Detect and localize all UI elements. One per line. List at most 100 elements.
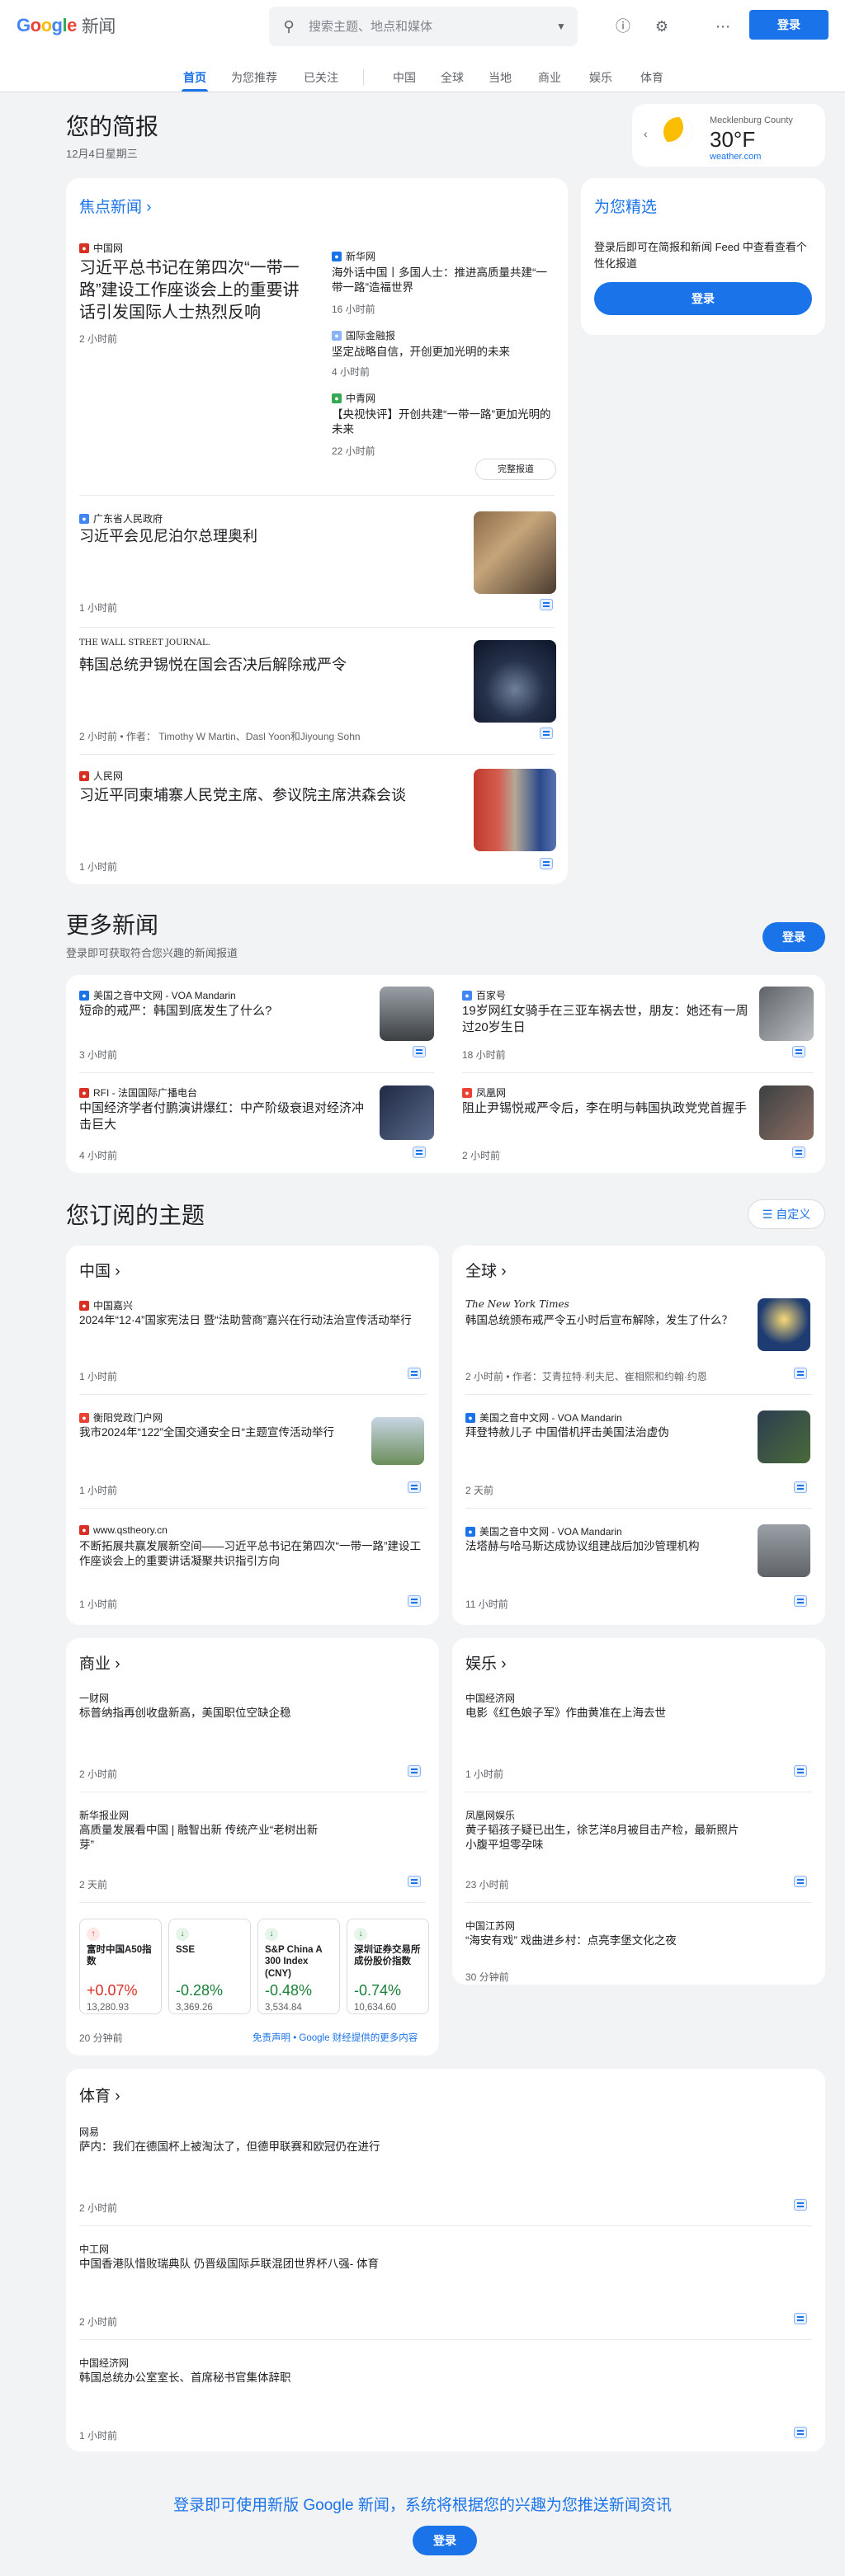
tab-following[interactable]: 已关注 xyxy=(304,69,338,86)
headline[interactable]: 标普纳指再创收盘新高，美国职位空缺企稳 xyxy=(79,1706,424,1721)
headline[interactable]: “海安有戏” 戏曲进乡村：点亮李堡文化之夜 xyxy=(465,1933,810,1948)
full-coverage-icon[interactable] xyxy=(413,1046,426,1057)
full-coverage-icon[interactable] xyxy=(794,1876,807,1887)
finance-disclaimer-link[interactable]: 免责声明 • Google 财经提供的更多内容 xyxy=(253,2031,418,2044)
help-icon[interactable]: ⓘ xyxy=(611,15,635,38)
stock-card[interactable]: ↑ 富时中国A50指数 +0.07% 13,280.93 xyxy=(79,1919,162,2014)
full-coverage-icon[interactable] xyxy=(408,1368,421,1379)
headline[interactable]: 韩国总统办公室室长、首席秘书官集体辞职 xyxy=(79,2371,789,2385)
apps-grid-icon[interactable]: ⋯ xyxy=(711,15,734,38)
gear-icon[interactable]: ⚙ xyxy=(650,15,673,38)
full-coverage-icon[interactable] xyxy=(794,2313,807,2324)
headline[interactable]: 我市2024年“122”全国交通安全日“主题宣传活动举行 xyxy=(79,1425,360,1440)
customize-button[interactable]: ☰ 自定义 xyxy=(748,1199,825,1229)
full-coverage-icon[interactable] xyxy=(408,1765,421,1777)
headline[interactable]: 短命的戒严：韩国到底发生了什么? xyxy=(79,1003,368,1020)
search-box[interactable]: ⚲ ▼ xyxy=(269,7,578,46)
full-coverage-icon[interactable] xyxy=(794,1595,807,1607)
headline[interactable]: 高质量发展看中国 | 融智出新 传统产业“老树出新芽” xyxy=(79,1823,327,1853)
full-coverage-icon[interactable] xyxy=(408,1595,421,1607)
story-thumbnail[interactable] xyxy=(758,1524,810,1577)
full-coverage-icon[interactable] xyxy=(794,1765,807,1777)
headline[interactable]: 习近平会见尼泊尔总理奥利 xyxy=(79,526,442,546)
headline[interactable]: 萨内：我们在德国杯上被淘汰了，但德甲联赛和欧冠仍在进行 xyxy=(79,2140,789,2155)
full-coverage-icon[interactable] xyxy=(794,2199,807,2211)
headline[interactable]: 法塔赫与哈马斯达成协议组建战后加沙管理机构 xyxy=(465,1539,746,1554)
story-thumbnail[interactable] xyxy=(380,987,434,1041)
full-coverage-icon[interactable] xyxy=(413,1147,426,1158)
full-coverage-icon[interactable] xyxy=(408,1876,421,1887)
headline[interactable]: 【央视快评】开创共建“一带一路”更加光明的未来 xyxy=(332,407,551,437)
story-thumbnail[interactable] xyxy=(474,640,556,723)
headline[interactable]: 19岁网红女骑手在三亚车祸去世，朋友：她还有一周过20岁生日 xyxy=(462,1003,751,1037)
headline[interactable]: 韩国总统颁布戒严令五小时后宣布解除，发生了什么？ xyxy=(465,1313,746,1328)
full-coverage-icon[interactable] xyxy=(792,1147,805,1158)
entertainment-heading[interactable]: 娱乐 › xyxy=(465,1651,507,1674)
weather-source[interactable]: weather.com xyxy=(710,152,761,162)
source-label: 中国经济网 xyxy=(79,2357,130,2369)
headline[interactable]: 海外话中国丨多国人士：推进高质量共建“一带一路”造福世界 xyxy=(332,266,551,295)
stock-card[interactable]: ↓ SSE -0.28% 3,369.26 xyxy=(168,1919,251,2014)
headline[interactable]: 中国经济学者付鹏演讲爆红：中产阶级衰退对经济冲击巨大 xyxy=(79,1100,368,1134)
story-thumbnail[interactable] xyxy=(474,769,556,851)
headline[interactable]: 电影《红色娘子军》作曲黄准在上海去世 xyxy=(465,1706,810,1721)
full-coverage-icon[interactable] xyxy=(794,1481,807,1493)
stock-card[interactable]: ↓ 深圳证券交易所成份股价指数 -0.74% 10,634.60 xyxy=(347,1919,429,2014)
tab-local[interactable]: 当地 xyxy=(489,69,512,86)
headline[interactable]: 黄子韬孩子疑已出生，徐艺洋8月被目击产检，最新照片小腹平坦零孕味 xyxy=(465,1823,746,1853)
story-thumbnail[interactable] xyxy=(759,1085,814,1140)
story-thumbnail[interactable] xyxy=(371,1417,424,1465)
headline[interactable]: 习近平同柬埔寨人民党主席、参议院主席洪森会谈 xyxy=(79,785,442,805)
search-input[interactable] xyxy=(309,19,545,34)
tab-china[interactable]: 中国 xyxy=(393,69,416,86)
signin-button[interactable]: 登录 xyxy=(749,10,828,40)
story-thumbnail[interactable] xyxy=(758,1410,810,1463)
search-icon[interactable]: ⚲ xyxy=(269,18,309,35)
source-label: ● 中青网 xyxy=(332,391,375,405)
tab-world[interactable]: 全球 xyxy=(441,69,464,86)
full-coverage-icon[interactable] xyxy=(408,1481,421,1493)
business-heading[interactable]: 商业 › xyxy=(79,1651,120,1674)
story-thumbnail[interactable] xyxy=(758,1298,810,1351)
search-dropdown-icon[interactable]: ▼ xyxy=(545,21,578,32)
headline[interactable]: 韩国总统尹锡悦在国会否决后解除戒严令 xyxy=(79,655,442,675)
headline[interactable]: 坚定战略自信，开创更加光明的未来 xyxy=(332,345,551,360)
full-coverage-icon[interactable] xyxy=(540,599,553,610)
headline[interactable]: 习近平总书记在第四次“一带一路”建设工作座谈会上的重要讲话引发国际人士热烈反响 xyxy=(79,257,310,324)
top-stories-heading[interactable]: 焦点新闻 › xyxy=(79,195,152,217)
stock-card[interactable]: ↓ S&P China A 300 Index (CNY) -0.48% 3,5… xyxy=(257,1919,340,2014)
weather-card[interactable]: ‹ Mecklenburg County 30°F weather.com xyxy=(632,104,825,167)
chevron-left-icon[interactable]: ‹ xyxy=(644,127,648,140)
headline[interactable]: 不断拓展共赢发展新空间——习近平总书记在第四次“一带一路”建设工作座谈会上的重要… xyxy=(79,1539,424,1569)
sports-heading[interactable]: 体育 › xyxy=(79,2084,120,2106)
stock-change: -0.74% xyxy=(354,1982,402,1999)
full-coverage-icon[interactable] xyxy=(540,858,553,869)
story-thumbnail[interactable] xyxy=(380,1085,434,1140)
headline[interactable]: 中国香港队惜败瑞典队 仍晋级国际乒联混团世界杯八强- 体育 xyxy=(79,2257,789,2272)
tab-business[interactable]: 商业 xyxy=(538,69,561,86)
headline[interactable]: 2024年“12·4”国家宪法日 暨“法助营商”嘉兴在行动法治宣传活动举行 xyxy=(79,1313,424,1328)
tab-sports[interactable]: 体育 xyxy=(640,69,663,86)
more-news-signin-button[interactable]: 登录 xyxy=(762,922,825,952)
sports-card: 体育 › 网易 萨内：我们在德国杯上被淘汰了，但德甲联赛和欧冠仍在进行 2 小时… xyxy=(66,2069,825,2451)
timestamp: 1 小时前 xyxy=(465,1768,504,1780)
source-label: ● 人民网 xyxy=(79,769,123,783)
headline[interactable]: 阻止尹锡悦戒严令后，李在明与韩国执政党党首握手 xyxy=(462,1100,751,1117)
divider xyxy=(462,1072,814,1073)
story-thumbnail[interactable] xyxy=(474,511,556,594)
full-coverage-button[interactable]: 完整报道 xyxy=(475,459,556,480)
world-heading[interactable]: 全球 › xyxy=(465,1259,507,1281)
story-thumbnail[interactable] xyxy=(759,987,814,1041)
tab-entertainment[interactable]: 娱乐 xyxy=(589,69,612,86)
headline[interactable]: 拜登特赦儿子 中国借机抨击美国法治虚伪 xyxy=(465,1425,746,1440)
tab-home[interactable]: 首页 xyxy=(182,69,208,92)
full-coverage-icon[interactable] xyxy=(540,728,553,739)
full-coverage-icon[interactable] xyxy=(792,1046,805,1057)
google-news-logo[interactable]: Google 新闻 xyxy=(17,13,116,38)
china-heading[interactable]: 中国 › xyxy=(79,1259,120,1281)
tab-for-you[interactable]: 为您推荐 xyxy=(231,69,277,86)
picks-signin-button[interactable]: 登录 xyxy=(594,282,812,315)
full-coverage-icon[interactable] xyxy=(794,2427,807,2438)
full-coverage-icon[interactable] xyxy=(794,1368,807,1379)
footer-signin-button[interactable]: 登录 xyxy=(413,2526,477,2555)
